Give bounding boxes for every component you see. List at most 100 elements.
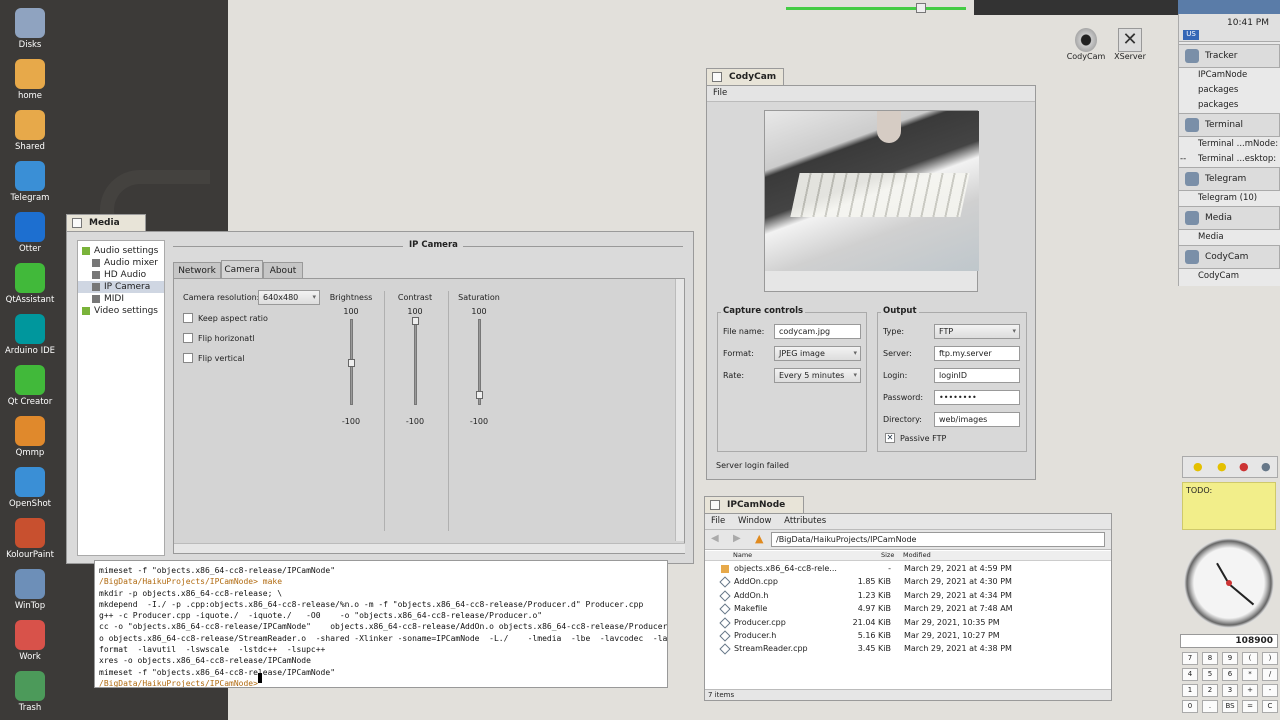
deskbar-window-item[interactable]: packages xyxy=(1180,98,1280,113)
file-row[interactable]: StreamReader.cpp 3.45 KiB March 29, 2021 a… xyxy=(705,642,1111,656)
name-column[interactable]: Name xyxy=(733,551,752,560)
deskbar-app-telegram[interactable]: Telegram xyxy=(1178,167,1280,191)
calc-key[interactable]: ( xyxy=(1242,652,1258,665)
slider-thumb[interactable] xyxy=(476,390,483,399)
lightbulb-icon[interactable]: ● xyxy=(1217,460,1227,473)
sidebar-item-hd-audio[interactable]: HD Audio xyxy=(78,269,164,281)
keymap-badge[interactable]: US xyxy=(1183,30,1199,40)
close-box[interactable] xyxy=(710,500,720,510)
calc-key[interactable]: 6 xyxy=(1222,668,1238,681)
deskbar-window-item[interactable]: Terminal ...esktop: -- xyxy=(1180,152,1280,179)
network-icon[interactable]: ● xyxy=(1261,460,1271,473)
calc-key[interactable]: 1 xyxy=(1182,684,1198,697)
password-input[interactable]: •••••••• xyxy=(934,390,1020,405)
menu-file[interactable]: File xyxy=(711,516,725,526)
resolution-dropdown[interactable]: 640x480 xyxy=(258,290,320,305)
xserver-desktop-icon[interactable]: ✕ XServer xyxy=(1110,28,1150,61)
calc-key[interactable]: 2 xyxy=(1202,684,1218,697)
slider-thumb[interactable] xyxy=(348,359,355,367)
tracker-window-tab[interactable]: IPCamNode xyxy=(704,496,804,513)
sidebar-item-midi[interactable]: MIDI xyxy=(78,293,164,305)
clock[interactable]: 10:41 PM xyxy=(1227,18,1269,28)
ladybug-icon[interactable]: ● xyxy=(1239,460,1249,473)
deskbar-window-item[interactable]: IPCamNode xyxy=(1180,68,1280,83)
desktop-icon-home[interactable]: home xyxy=(4,59,56,101)
progress-knob[interactable] xyxy=(916,3,926,13)
tab-network[interactable]: Network xyxy=(173,262,221,278)
sidebar-item-audio-mixer[interactable]: Audio mixer xyxy=(78,257,164,269)
type-dropdown[interactable]: FTP xyxy=(934,324,1020,339)
calc-key[interactable]: 9 xyxy=(1222,652,1238,665)
desktop-icon-qt-creator[interactable]: Qt Creator xyxy=(4,365,56,407)
deskbar-window-item[interactable]: Telegram (10) xyxy=(1180,191,1280,206)
sidebar-item-video-settings[interactable]: Video settings xyxy=(78,305,164,317)
calc-key[interactable]: C xyxy=(1262,700,1278,713)
deskbar-app-tracker[interactable]: Tracker xyxy=(1178,44,1280,68)
desktop-icon-otter[interactable]: Otter xyxy=(4,212,56,254)
deskbar-app-terminal[interactable]: Terminal xyxy=(1178,113,1280,137)
desktop-icon-work[interactable]: Work xyxy=(4,620,56,662)
file-row[interactable]: Makefile 4.97 KiB March 29, 2021 at 7:48 A… xyxy=(705,602,1111,615)
calc-key[interactable]: = xyxy=(1242,700,1258,713)
scrollbar-horizontal[interactable] xyxy=(174,543,685,553)
desktop-icon-openshot[interactable]: OpenShot xyxy=(4,467,56,509)
path-input[interactable]: /BigData/HaikuProjects/IPCamNode xyxy=(771,532,1105,547)
sticky-note[interactable]: TODO: xyxy=(1182,482,1276,530)
login-input[interactable]: loginID xyxy=(934,368,1020,383)
up-arrow-icon[interactable]: ▲ xyxy=(755,532,763,545)
file-name-input[interactable]: codycam.jpg xyxy=(774,324,861,339)
tab-about[interactable]: About xyxy=(263,262,303,278)
calc-key[interactable]: 5 xyxy=(1202,668,1218,681)
deskbar-window-item[interactable]: CodyCam xyxy=(1180,269,1280,284)
media-window-tab[interactable]: Media xyxy=(66,214,146,231)
checkbox-flip-horizonatl[interactable] xyxy=(183,333,193,343)
close-box[interactable] xyxy=(712,72,722,82)
calc-key[interactable]: 4 xyxy=(1182,668,1198,681)
directory-input[interactable]: web/images xyxy=(934,412,1020,427)
file-row[interactable]: Producer.cpp 21.04 KiB Mar 29, 2021, 10:35… xyxy=(705,616,1111,629)
terminal-output[interactable]: mimeset -f "objects.x86_64-cc8-release/I… xyxy=(94,560,668,688)
calc-key[interactable]: BS xyxy=(1222,700,1238,713)
slider-track-contrast[interactable] xyxy=(414,319,417,405)
calc-key[interactable]: . xyxy=(1202,700,1218,713)
calc-key[interactable]: 8 xyxy=(1202,652,1218,665)
file-row[interactable]: objects.x86_64-cc8-rele... - March 29, 202… xyxy=(705,562,1111,575)
lightbulb-icon[interactable]: ● xyxy=(1193,460,1203,473)
desktop-icon-qmmp[interactable]: Qmmp xyxy=(4,416,56,458)
deskbar-window-item[interactable]: Media xyxy=(1180,230,1280,245)
desktop-icon-disks[interactable]: Disks xyxy=(4,8,56,50)
back-arrow-icon[interactable]: ◀ xyxy=(711,533,719,544)
deskbar-app-codycam[interactable]: CodyCam xyxy=(1178,245,1280,269)
calc-key[interactable]: + xyxy=(1242,684,1258,697)
file-row[interactable]: AddOn.h 1.23 KiB March 29, 2021 at 4:34 PM xyxy=(705,589,1111,602)
desktop-icon-shared[interactable]: Shared xyxy=(4,110,56,152)
format-dropdown[interactable]: JPEG image xyxy=(774,346,861,361)
menu-file[interactable]: File xyxy=(713,88,727,98)
codycam-window-tab[interactable]: CodyCam xyxy=(706,68,784,85)
sidebar-item-ip-camera[interactable]: IP Camera xyxy=(78,281,164,293)
tab-camera[interactable]: Camera xyxy=(221,260,263,278)
file-row[interactable]: AddOn.cpp 1.85 KiB March 29, 2021 at 4:30 … xyxy=(705,575,1111,589)
sidebar-item-audio-settings[interactable]: Audio settings xyxy=(78,245,164,257)
calc-key[interactable]: 3 xyxy=(1222,684,1238,697)
server-input[interactable]: ftp.my.server xyxy=(934,346,1020,361)
calc-key[interactable]: 0 xyxy=(1182,700,1198,713)
desktop-icon-wintop[interactable]: WinTop xyxy=(4,569,56,611)
desktop-icon-qtassistant[interactable]: QtAssistant xyxy=(4,263,56,305)
size-column[interactable]: Size xyxy=(881,551,894,560)
calc-key[interactable]: * xyxy=(1242,668,1258,681)
forward-arrow-icon[interactable]: ▶ xyxy=(733,533,741,544)
rate-dropdown[interactable]: Every 5 minutes xyxy=(774,368,861,383)
deskbar-window-item[interactable]: Terminal ...mNode: -- xyxy=(1180,137,1280,164)
deskbar-app-media[interactable]: Media xyxy=(1178,206,1280,230)
calc-key[interactable]: 7 xyxy=(1182,652,1198,665)
file-row[interactable]: Producer.h 5.16 KiB Mar 29, 2021, 10:27 PM xyxy=(705,629,1111,642)
codycam-desktop-icon[interactable]: CodyCam xyxy=(1066,28,1106,61)
deskbar-window-item[interactable]: packages xyxy=(1180,83,1280,98)
desktop-icon-telegram[interactable]: Telegram xyxy=(4,161,56,203)
calc-key[interactable]: ) xyxy=(1262,652,1278,665)
checkbox-keep-aspect-ratio[interactable] xyxy=(183,313,193,323)
menu-window[interactable]: Window xyxy=(738,516,772,526)
modified-column[interactable]: Modified xyxy=(903,551,931,560)
calc-key[interactable]: - xyxy=(1262,684,1278,697)
